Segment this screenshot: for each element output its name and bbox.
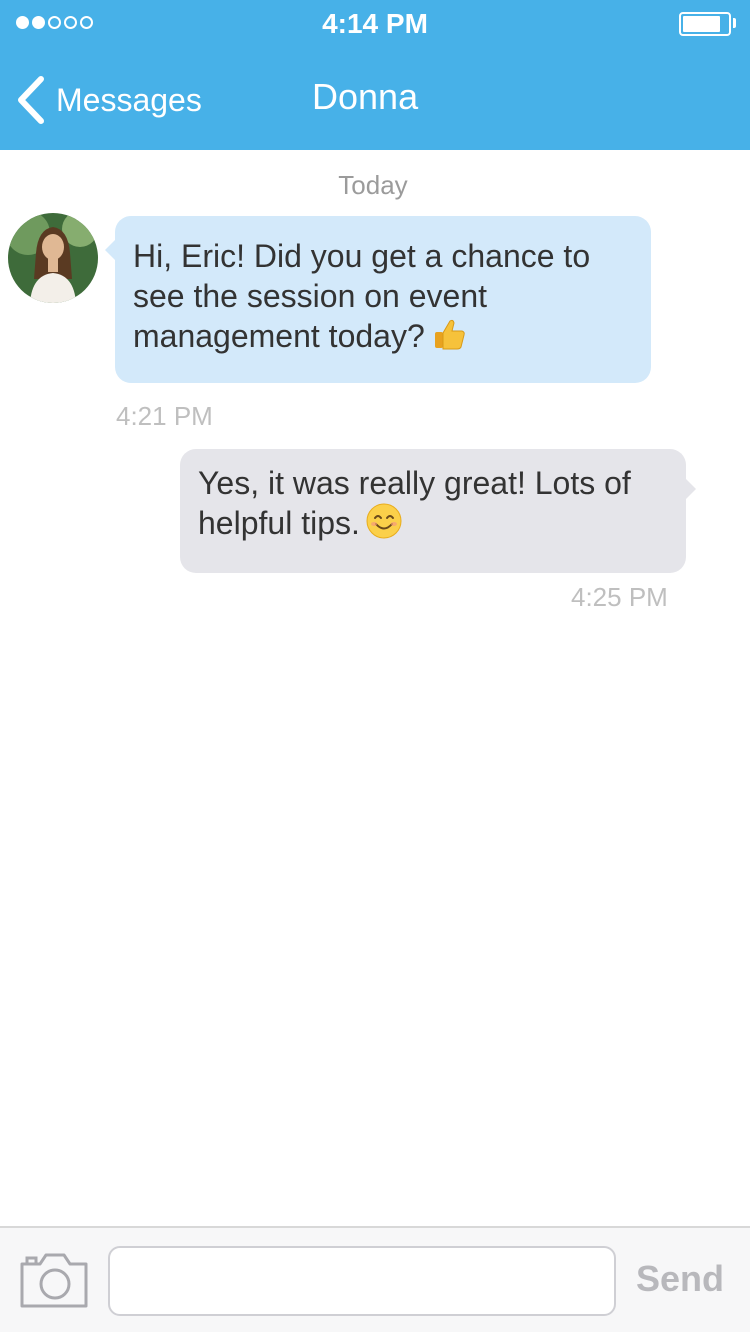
camera-button[interactable] [18,1250,90,1315]
camera-icon [20,1253,88,1308]
battery-level [683,16,721,32]
chevron-left-icon [18,76,44,124]
message-text: Hi, Eric! Did you get a chance to see th… [133,238,591,354]
battery-nub [733,18,736,28]
navigation-header: 4:14 PM Messages Donna [0,0,750,150]
avatar[interactable] [8,213,98,303]
smiling-face-icon [366,503,402,548]
message-composer: Send [0,1226,750,1332]
back-button[interactable]: Messages [16,72,202,128]
contact-photo [8,213,98,303]
message-input[interactable] [108,1246,616,1316]
message-bubble-outgoing[interactable]: Yes, it was really great! Lots of helpfu… [180,449,696,573]
message-timestamp: 4:21 PM [116,401,213,431]
message-timestamp: 4:25 PM [571,582,668,612]
day-separator: Today [338,170,408,200]
send-button[interactable]: Send [636,1258,724,1300]
battery-icon [679,12,731,36]
conversation-title: Donna [312,76,419,117]
status-bar-time: 4:14 PM [322,8,428,39]
back-button-label: Messages [56,81,202,118]
thumbs-up-icon [431,316,467,361]
message-text: Yes, it was really great! Lots of helpfu… [198,465,631,541]
message-bubble-incoming[interactable]: Hi, Eric! Did you get a chance to see th… [105,216,651,383]
